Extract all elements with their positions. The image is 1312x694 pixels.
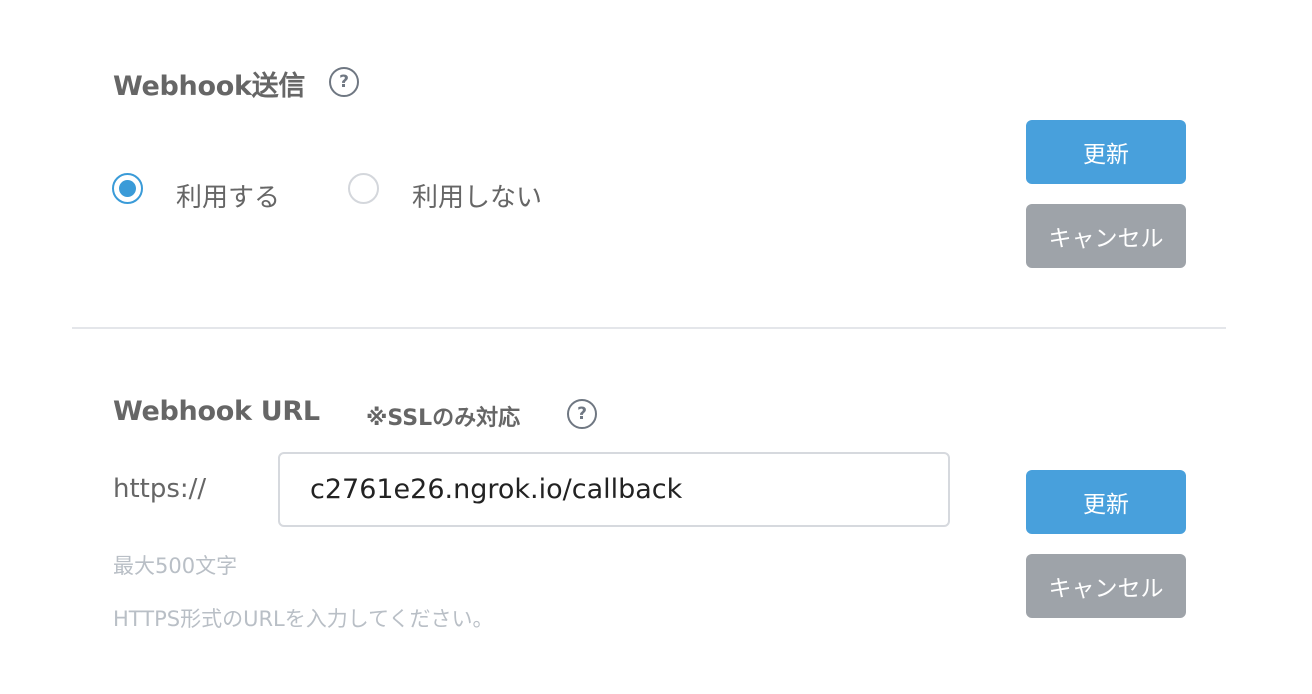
help-icon[interactable]: ? <box>329 67 359 97</box>
max-length-hint: 最大500文字 <box>113 554 238 578</box>
ssl-only-note: ※SSLのみ対応 <box>366 406 521 431</box>
url-prefix: https:// <box>113 474 207 504</box>
help-icon[interactable]: ? <box>567 399 597 429</box>
format-hint: HTTPS形式のURLを入力してください。 <box>113 607 494 631</box>
webhook-url-title: Webhook URL <box>113 396 320 427</box>
webhook-url-update-button[interactable]: 更新 <box>1026 470 1186 534</box>
radio-use[interactable] <box>112 173 143 204</box>
webhook-send-cancel-button[interactable]: キャンセル <box>1026 204 1186 268</box>
section-divider <box>72 327 1226 329</box>
webhook-url-cancel-button[interactable]: キャンセル <box>1026 554 1186 618</box>
webhook-url-input[interactable] <box>278 452 950 527</box>
radio-not-use-label[interactable]: 利用しない <box>412 177 542 214</box>
radio-use-label[interactable]: 利用する <box>176 177 280 214</box>
radio-not-use[interactable] <box>348 173 379 204</box>
radio-dot <box>119 180 136 197</box>
webhook-send-update-button[interactable]: 更新 <box>1026 120 1186 184</box>
webhook-send-title: Webhook送信 <box>113 71 306 102</box>
